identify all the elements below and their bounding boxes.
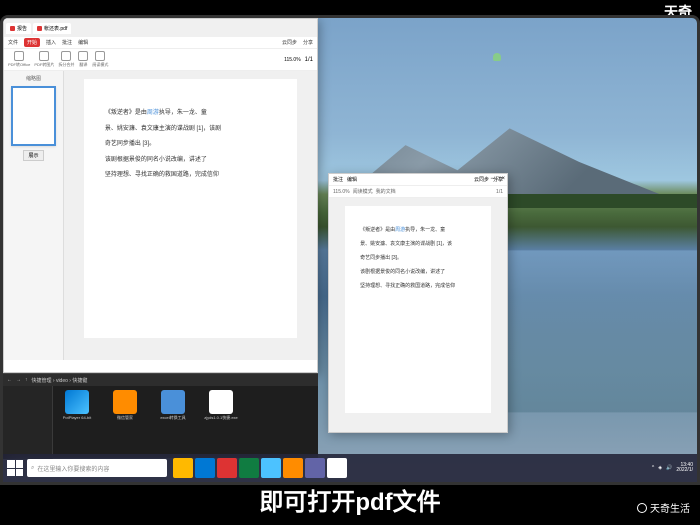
video-caption: 即可打开pdf文件: [0, 482, 700, 525]
menu-annotate-2[interactable]: 批注: [333, 176, 343, 183]
book-icon: [95, 51, 105, 61]
minimize-icon[interactable]: −: [490, 176, 494, 182]
address-path[interactable]: 快捷管理 › video › 快捷键: [32, 377, 88, 384]
document-area[interactable]: 《叛逆者》是由周游执导，朱一龙、童 景、姚安濂、袁文康主演的谍战剧 [1]，该剧…: [64, 71, 317, 360]
explorer-addressbar[interactable]: ← → ↑ 快捷管理 › video › 快捷键: [3, 374, 318, 386]
search-icon: ⌕: [31, 465, 34, 472]
subbar-2: 115.0% 阅读模式 我的文档 1/1: [329, 186, 507, 198]
taskbar-apps: [173, 458, 347, 478]
translate-button[interactable]: 翻译: [78, 51, 88, 68]
menubar: 文件 开始 插入 批注 编辑 云同步 分享: [4, 37, 317, 49]
start-button[interactable]: [7, 460, 23, 476]
read-mode-button[interactable]: 阅读模式: [92, 51, 108, 68]
document-tabs: 报告 帐还表.pdf: [4, 19, 317, 37]
system-tray: ^ ◈ 🔊 13:40 2022/1/: [652, 463, 693, 474]
file-zjyds[interactable]: zjyds1.0.1快捷.exe: [201, 390, 241, 455]
convert-icon: [14, 51, 24, 61]
thumbnail-show-button[interactable]: 展示: [23, 150, 43, 161]
taskbar-app-icon[interactable]: [217, 458, 237, 478]
file-excel-tool[interactable]: excel转换工具: [153, 390, 193, 455]
pdf-window-secondary: − □ × 批注 编辑 云同步 分享 115.0% 阅读模式 我的文档 1/1 …: [328, 173, 508, 433]
app-icon: [209, 390, 233, 414]
menu-share[interactable]: 分享: [303, 39, 313, 46]
forward-icon[interactable]: →: [16, 377, 21, 383]
menu-annotate[interactable]: 批注: [62, 39, 72, 46]
thumbnail-panel: 缩略图 展示: [4, 71, 64, 360]
taskbar-edge-icon[interactable]: [195, 458, 215, 478]
file-wechat-manager[interactable]: 微信管家: [105, 390, 145, 455]
taskbar-app-icon[interactable]: [283, 458, 303, 478]
desktop: 报告 帐还表.pdf 文件 开始 插入 批注 编辑 云同步 分享 PDF转Off…: [3, 18, 697, 482]
bell-icon: [493, 53, 501, 61]
explorer-sidebar[interactable]: [3, 386, 53, 459]
back-icon[interactable]: ←: [7, 377, 12, 383]
pdf-page-2: 《叛逆者》是由周游执导，朱一龙、童 景、姚安濂、袁文康主演的谍战剧 [1]，该 …: [345, 206, 491, 413]
page-info: 1/1: [305, 57, 313, 63]
taskbar: ⌕ 在这里输入你要搜索的内容 ^ ◈ 🔊 13:40 2022/1/: [3, 454, 697, 482]
app-icon: [65, 390, 89, 414]
doc-label-2: 我的文档: [376, 188, 396, 195]
toolbar: PDF转Office PDF转图片 拆分合并 翻译 阅读模式 115.0% 1/…: [4, 49, 317, 71]
document-area-2[interactable]: 《叛逆者》是由周游执导，朱一龙、童 景、姚安濂、袁文康主演的谍战剧 [1]，该 …: [329, 198, 507, 432]
pdf-window-main: 报告 帐还表.pdf 文件 开始 插入 批注 编辑 云同步 分享 PDF转Off…: [3, 18, 318, 373]
tab-pdf-file[interactable]: 帐还表.pdf: [33, 23, 71, 34]
monitor-screen: 报告 帐还表.pdf 文件 开始 插入 批注 编辑 云同步 分享 PDF转Off…: [0, 15, 700, 485]
menu-insert[interactable]: 插入: [46, 39, 56, 46]
close-icon[interactable]: ×: [501, 176, 505, 182]
taskbar-app-icon[interactable]: [261, 458, 281, 478]
translate-icon: [78, 51, 88, 61]
file-explorer: ← → ↑ 快捷管理 › video › 快捷键 PotPlayer 64-bi…: [3, 373, 318, 458]
menu-edit-2[interactable]: 编辑: [347, 176, 357, 183]
brand-bottom: 天奇生活: [637, 500, 690, 515]
split-icon: [61, 51, 71, 61]
tray-volume-icon[interactable]: 🔊: [666, 465, 672, 471]
search-placeholder: 在这里输入你要搜索的内容: [37, 464, 109, 473]
menu-edit[interactable]: 编辑: [78, 39, 88, 46]
app-icon: [161, 390, 185, 414]
pdf-to-image-button[interactable]: PDF转图片: [34, 51, 54, 68]
tray-chevron-icon[interactable]: ^: [652, 465, 654, 471]
zoom-2[interactable]: 115.0%: [333, 189, 350, 195]
maximize-icon[interactable]: □: [496, 176, 500, 182]
zoom-level[interactable]: 115.0%: [284, 57, 301, 63]
taskbar-explorer-icon[interactable]: [173, 458, 193, 478]
pdf-to-office-button[interactable]: PDF转Office: [8, 51, 30, 68]
tray-clock[interactable]: 13:40 2022/1/: [676, 463, 693, 474]
window-controls: − □ ×: [490, 176, 505, 182]
thumbnail-page-1[interactable]: [11, 86, 56, 146]
image-icon: [39, 51, 49, 61]
menubar-2: 批注 编辑 云同步 分享: [329, 174, 507, 186]
search-input[interactable]: ⌕ 在这里输入你要搜索的内容: [27, 459, 167, 477]
taskbar-app-icon[interactable]: [239, 458, 259, 478]
menu-start[interactable]: 开始: [24, 38, 40, 47]
menu-file[interactable]: 文件: [8, 39, 18, 46]
brand-logo-icon: [637, 503, 647, 513]
taskbar-app-icon[interactable]: [327, 458, 347, 478]
file-potplayer[interactable]: PotPlayer 64-bit: [57, 390, 97, 455]
page-info-2: 1/1: [496, 189, 503, 195]
up-icon[interactable]: ↑: [25, 377, 28, 383]
taskbar-app-icon[interactable]: [305, 458, 325, 478]
tab-report[interactable]: 报告: [6, 23, 31, 34]
app-icon: [113, 390, 137, 414]
tray-network-icon[interactable]: ◈: [658, 465, 662, 471]
pdf-page: 《叛逆者》是由周游执导，朱一龙、童 景、姚安濂、袁文康主演的谍战剧 [1]，该剧…: [84, 79, 297, 338]
menu-sync[interactable]: 云同步: [282, 39, 297, 46]
menu-sync-2[interactable]: 云同步: [474, 176, 489, 183]
thumbnail-title: 缩略图: [26, 75, 41, 82]
split-merge-button[interactable]: 拆分合并: [58, 51, 74, 68]
doc-icon: [10, 26, 15, 31]
doc-icon: [37, 26, 42, 31]
explorer-files: PotPlayer 64-bit 微信管家 excel转换工具 zjyds1.0…: [53, 386, 318, 459]
read-mode-2[interactable]: 阅读模式: [353, 188, 373, 195]
